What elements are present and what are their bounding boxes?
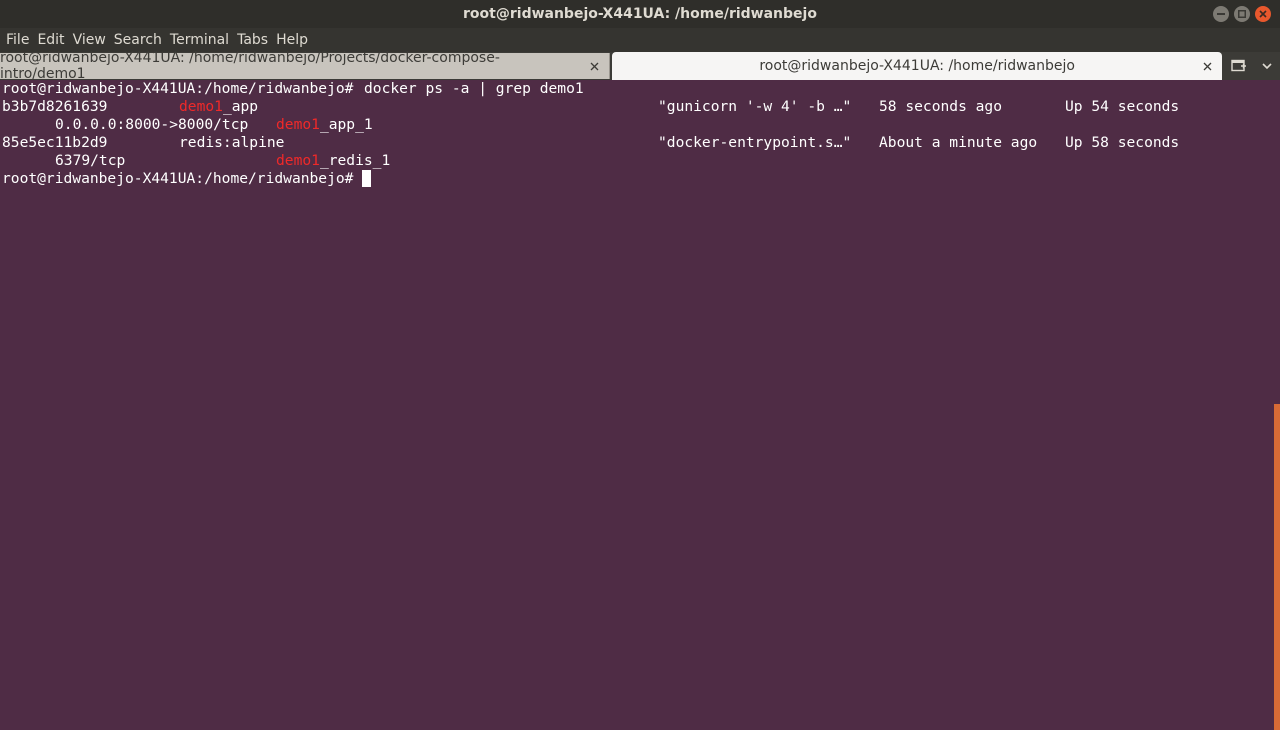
window-titlebar[interactable]: root@ridwanbejo-X441UA: /home/ridwanbejo (0, 0, 1280, 28)
menu-file[interactable]: File (2, 28, 33, 52)
menu-help[interactable]: Help (272, 28, 312, 52)
container-command: "gunicorn '-w 4' -b …" (658, 98, 852, 115)
menu-bar: File Edit View Search Terminal Tabs Help (0, 28, 1280, 52)
grep-match: demo1 (179, 98, 223, 115)
prompt: root@ridwanbejo-X441UA:/home/ridwanbejo# (2, 170, 363, 187)
close-icon[interactable] (1200, 59, 1214, 73)
terminal-output[interactable]: root@ridwanbejo-X441UA:/home/ridwanbejo#… (0, 80, 1274, 730)
command-text: docker ps -a | grep demo1 (364, 80, 584, 97)
container-image: redis:alpine (179, 134, 285, 151)
close-icon[interactable] (1255, 6, 1271, 22)
menu-terminal[interactable]: Terminal (166, 28, 233, 52)
chevron-down-icon[interactable] (1254, 52, 1280, 80)
command-line: root@ridwanbejo-X441UA:/home/ridwanbejo#… (0, 80, 1274, 98)
prompt: root@ridwanbejo-X441UA:/home/ridwanbejo# (2, 80, 363, 97)
container-row-wrap: 0.0.0.0:8000->8000/tcp demo1_app_1 (0, 116, 1274, 134)
prompt-with-cursor: root@ridwanbejo-X441UA:/home/ridwanbejo# (2, 170, 372, 188)
container-ports: 0.0.0.0:8000->8000/tcp (55, 116, 249, 133)
new-tab-icon[interactable] (1224, 52, 1254, 80)
container-row-wrap: 6379/tcp demo1_redis_1 (0, 152, 1274, 170)
scrollbar-thumb[interactable] (1274, 404, 1280, 730)
container-name: demo1_app_1 (276, 116, 373, 134)
container-command: "docker-entrypoint.s…" (658, 134, 852, 151)
window-controls (1213, 6, 1271, 22)
minimize-icon[interactable] (1213, 6, 1229, 22)
maximize-icon[interactable] (1234, 6, 1250, 22)
container-id: 85e5ec11b2d9 (2, 134, 108, 151)
tab-demo1[interactable]: root@ridwanbejo-X441UA: /home/ridwanbejo… (0, 50, 611, 82)
container-row: 85e5ec11b2d9 redis:alpine "docker-entryp… (0, 134, 1274, 152)
name-suffix: _app_1 (319, 116, 373, 133)
close-icon[interactable] (587, 59, 601, 73)
menu-search[interactable]: Search (110, 28, 166, 52)
tab-label: root@ridwanbejo-X441UA: /home/ridwanbejo… (0, 50, 500, 82)
container-name: demo1_redis_1 (276, 152, 390, 170)
image-suffix: _app (222, 98, 259, 115)
container-created: About a minute ago (879, 134, 1038, 151)
container-image: demo1_app (179, 98, 258, 116)
container-ports: 6379/tcp (55, 152, 126, 169)
container-row: b3b7d8261639 demo1_app "gunicorn '-w 4' … (0, 98, 1274, 116)
container-status: Up 54 seconds (1065, 98, 1180, 115)
grep-match: demo1 (276, 152, 320, 169)
container-id: b3b7d8261639 (2, 98, 108, 115)
menu-view[interactable]: View (69, 28, 110, 52)
menu-edit[interactable]: Edit (33, 28, 68, 52)
window-title: root@ridwanbejo-X441UA: /home/ridwanbejo (463, 6, 817, 22)
tab-bar: root@ridwanbejo-X441UA: /home/ridwanbejo… (0, 50, 1280, 82)
container-status: Up 58 seconds (1065, 134, 1180, 151)
current-prompt-line: root@ridwanbejo-X441UA:/home/ridwanbejo# (0, 170, 1274, 188)
text-cursor (362, 170, 372, 187)
terminal-scrollbar[interactable] (1274, 80, 1280, 730)
name-suffix: _redis_1 (319, 152, 391, 169)
menu-tabs[interactable]: Tabs (233, 28, 272, 52)
grep-match: demo1 (276, 116, 320, 133)
tab-home[interactable]: root@ridwanbejo-X441UA: /home/ridwanbejo (612, 52, 1223, 80)
container-created: 58 seconds ago (879, 98, 1003, 115)
tab-label: root@ridwanbejo-X441UA: /home/ridwanbejo (759, 58, 1075, 74)
